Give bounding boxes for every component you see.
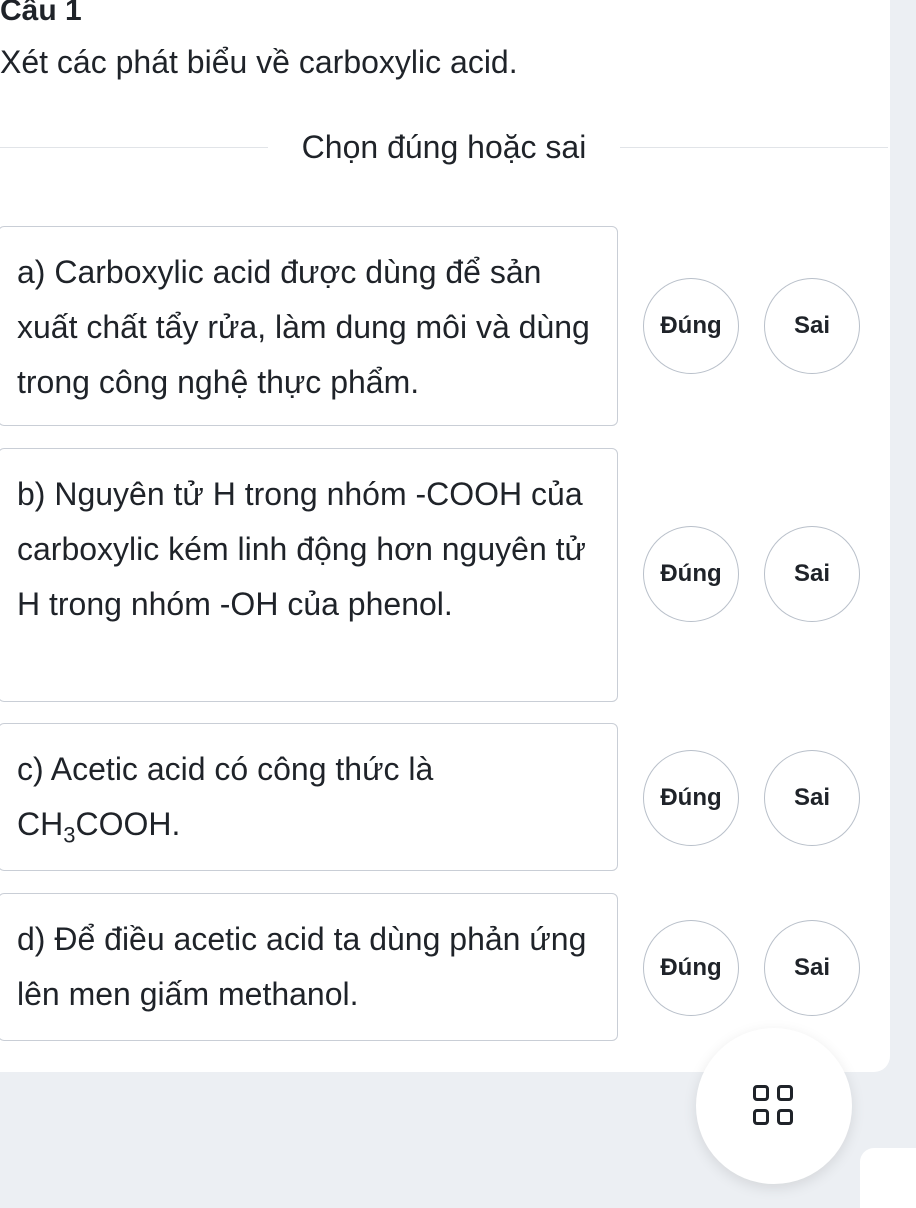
statement-d: d) Để điều acetic acid ta dùng phản ứng …	[0, 893, 618, 1041]
statement-a-true-button[interactable]: Đúng	[643, 278, 739, 374]
statement-c-false-button[interactable]: Sai	[764, 750, 860, 846]
statement-d-text: d) Để điều acetic acid ta dùng phản ứng …	[17, 921, 587, 1012]
grid-icon-cell	[753, 1109, 769, 1125]
statement-c: c) Acetic acid có công thức là CH3COOH.	[0, 723, 618, 871]
statement-b-false-button[interactable]: Sai	[764, 526, 860, 622]
statement-a: a) Carboxylic acid được dùng để sản xuất…	[0, 226, 618, 426]
divider-line-right	[620, 146, 888, 148]
statement-d-true-button[interactable]: Đúng	[643, 920, 739, 1016]
grid-icon-cell	[777, 1109, 793, 1125]
question-grid-button[interactable]	[696, 1028, 852, 1184]
next-question-card	[860, 1148, 916, 1208]
grid-icon-cell	[753, 1085, 769, 1101]
statement-c-text: c) Acetic acid có công thức là CH3COOH.	[17, 742, 591, 862]
statement-b-text: b) Nguyên tử H trong nhóm -COOH của carb…	[17, 476, 586, 622]
statement-b-true-button[interactable]: Đúng	[643, 526, 739, 622]
instruction-divider: Chọn đúng hoặc sai	[0, 122, 888, 172]
question-title: Câu 1	[0, 0, 82, 27]
statement-a-text: a) Carboxylic acid được dùng để sản xuất…	[17, 254, 590, 400]
grid-icon	[753, 1085, 795, 1127]
grid-icon-cell	[777, 1085, 793, 1101]
question-card: Câu 1 Xét các phát biểu về carboxylic ac…	[0, 0, 890, 1072]
statement-c-true-button[interactable]: Đúng	[643, 750, 739, 846]
question-prompt: Xét các phát biểu về carboxylic acid.	[0, 44, 518, 80]
divider-line-left	[0, 146, 268, 148]
statement-c-subscript: 3	[63, 822, 76, 848]
statement-b: b) Nguyên tử H trong nhóm -COOH của carb…	[0, 448, 618, 702]
instruction-label: Chọn đúng hoặc sai	[301, 128, 587, 165]
statement-c-text-suffix: COOH.	[75, 806, 181, 842]
statement-a-false-button[interactable]: Sai	[764, 278, 860, 374]
statement-d-false-button[interactable]: Sai	[764, 920, 860, 1016]
